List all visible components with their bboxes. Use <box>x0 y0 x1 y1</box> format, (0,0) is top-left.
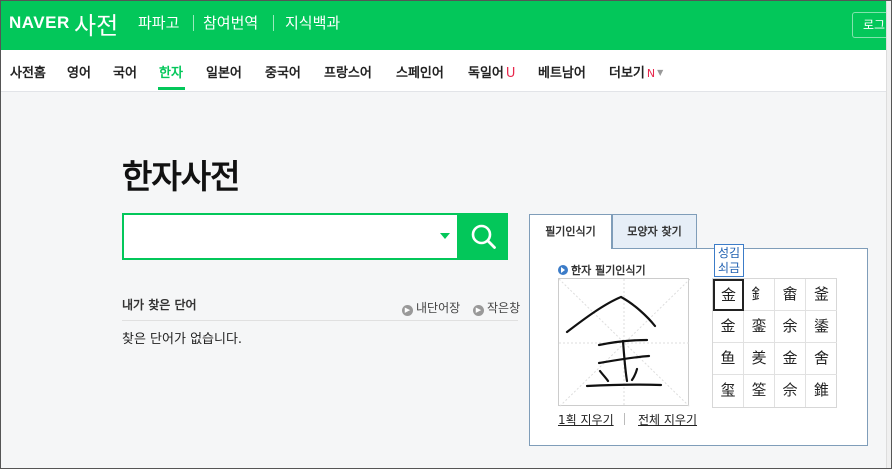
tab-german[interactable]: 독일어 U <box>468 62 515 81</box>
tab-shape-search[interactable]: 모양자 찾기 <box>612 214 697 249</box>
nav-papago[interactable]: 파파고 <box>138 12 179 33</box>
scrollbar[interactable] <box>886 0 892 469</box>
candidate-character[interactable]: 舍 <box>806 343 837 375</box>
naver-logo[interactable]: NAVER <box>9 13 70 33</box>
recognizer-title: 한자 필기인식기 <box>558 262 646 278</box>
search-input[interactable] <box>132 223 427 251</box>
candidate-character[interactable]: 佘 <box>775 375 806 407</box>
history-title: 내가 찾은 단어 <box>122 298 197 312</box>
chevron-down-icon: ▼ <box>657 68 664 77</box>
small-window-link[interactable]: ▶ 작은창 <box>473 299 520 316</box>
nav-separator <box>193 15 194 31</box>
search-icon <box>471 224 496 249</box>
candidate-character[interactable]: 金 <box>713 311 744 343</box>
candidate-character[interactable]: 釜 <box>806 279 837 311</box>
nav-participation-translation[interactable]: 참여번역 <box>203 12 258 33</box>
dictionary-title[interactable]: 사전 <box>74 6 118 41</box>
tab-hanja[interactable]: 한자 <box>159 62 183 81</box>
erase-separator <box>624 413 625 425</box>
tab-japanese[interactable]: 일본어 <box>206 62 242 81</box>
candidate-character[interactable]: 鋈 <box>806 311 837 343</box>
tab-handwriting-recognizer[interactable]: 필기인식기 <box>529 214 612 249</box>
erase-all-button[interactable]: 전체 지우기 <box>638 411 697 428</box>
arrow-right-icon: ▶ <box>473 305 484 316</box>
tab-german-label: 독일어 <box>468 66 504 81</box>
tab-english[interactable]: 영어 <box>67 62 91 81</box>
handwriting-canvas[interactable] <box>558 278 690 407</box>
top-header: NAVER 사전 파파고 참여번역 지식백과 로그 <box>0 0 892 50</box>
my-wordbook-link[interactable]: ▶ 내단어장 <box>402 299 460 316</box>
search-button[interactable] <box>459 213 508 260</box>
my-wordbook-label: 내단어장 <box>416 301 461 315</box>
tab-french[interactable]: 프랑스어 <box>324 62 372 81</box>
candidate-character[interactable]: 余 <box>775 311 806 343</box>
nav-knowledge-encyclopedia[interactable]: 지식백과 <box>285 12 340 33</box>
reading-sound: 성김 <box>717 246 741 260</box>
recognizer-title-label: 한자 필기인식기 <box>571 264 646 277</box>
tab-chinese[interactable]: 중국어 <box>265 62 301 81</box>
candidate-character[interactable]: 鱼 <box>713 343 744 375</box>
tab-vietnamese[interactable]: 베트남어 <box>538 62 586 81</box>
erase-one-stroke-button[interactable]: 1획 지우기 <box>558 411 614 428</box>
candidate-grid: 金釒畬釜金銮余鋈鱼羑金舍玺筌佘錐 <box>712 278 837 408</box>
reading-tooltip: 성김 쇠금 <box>714 244 744 277</box>
page-title: 한자사전 <box>122 157 240 196</box>
reading-meaning: 쇠금 <box>717 261 741 275</box>
handwriting-strokes <box>559 279 690 407</box>
nav-separator <box>273 15 274 31</box>
tab-dictionary-home[interactable]: 사전홈 <box>10 62 46 81</box>
new-badge: N <box>646 67 656 80</box>
candidate-character[interactable]: 錐 <box>806 375 837 407</box>
history-divider <box>122 320 518 321</box>
candidate-character[interactable]: 金 <box>713 279 744 311</box>
search-box <box>122 213 459 260</box>
active-tab-indicator <box>158 87 185 90</box>
small-window-label: 작은창 <box>487 301 521 315</box>
candidate-character[interactable]: 銮 <box>744 311 775 343</box>
tab-korean[interactable]: 국어 <box>113 62 137 81</box>
candidate-character[interactable]: 筌 <box>744 375 775 407</box>
candidate-character[interactable]: 羑 <box>744 343 775 375</box>
update-badge: U <box>505 66 516 81</box>
language-nav: 사전홈 영어 국어 한자 일본어 중국어 프랑스어 스페인어 독일어 U 베트남어… <box>0 50 892 92</box>
tab-more-label: 더보기 <box>609 66 645 81</box>
candidate-character[interactable]: 釒 <box>744 279 775 311</box>
candidate-character[interactable]: 玺 <box>713 375 744 407</box>
arrow-right-icon: ▶ <box>402 305 413 316</box>
history-empty-message: 찾은 단어가 없습니다. <box>122 332 243 347</box>
chevron-down-icon[interactable] <box>440 233 450 239</box>
play-icon <box>558 265 568 275</box>
candidate-character[interactable]: 畬 <box>775 279 806 311</box>
candidate-character[interactable]: 金 <box>775 343 806 375</box>
tab-spanish[interactable]: 스페인어 <box>396 62 444 81</box>
tab-more[interactable]: 더보기 N ▼ <box>609 62 663 81</box>
